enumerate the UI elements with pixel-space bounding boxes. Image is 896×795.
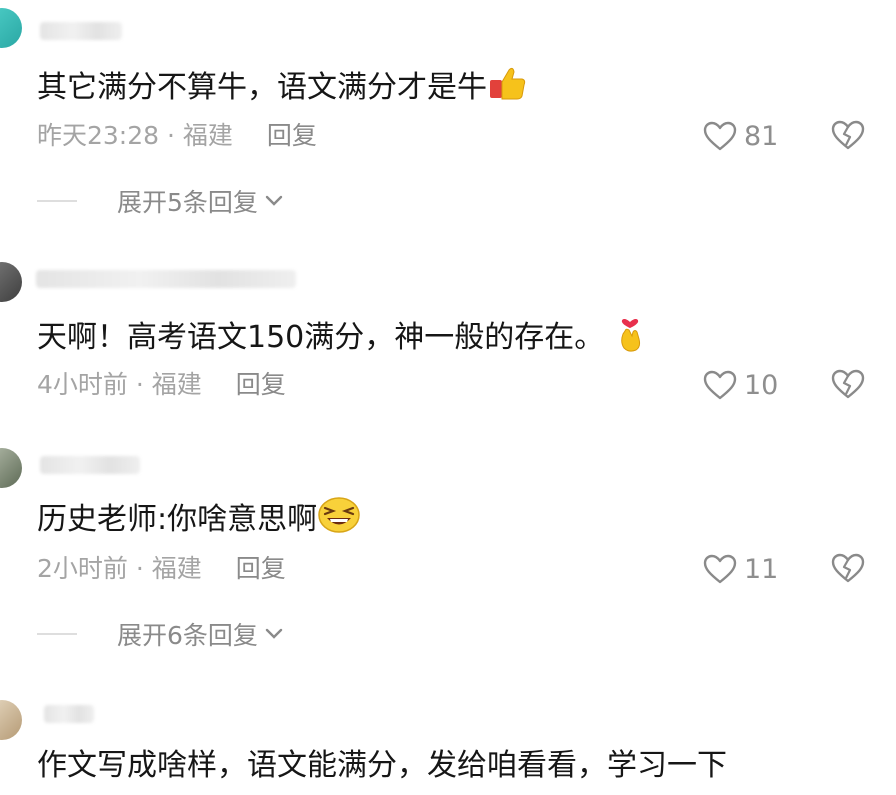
comment-text: 天啊！高考语文150满分，神一般的存在。	[37, 312, 646, 365]
username-blurred[interactable]	[36, 270, 296, 288]
broken-heart-icon	[831, 120, 865, 150]
comment-time: 2小时前	[37, 554, 128, 583]
expand-replies-button[interactable]: 展开6条回复	[37, 619, 284, 650]
like-count: 81	[744, 120, 779, 152]
like-button[interactable]: 10	[702, 368, 778, 402]
comment-time: 4小时前	[37, 370, 128, 399]
username-blurred[interactable]	[40, 22, 122, 40]
reply-button[interactable]: 回复	[236, 554, 286, 583]
like-button[interactable]: 81	[702, 119, 778, 153]
comment-location: 福建	[151, 554, 202, 583]
expand-replies-label: 展开6条回复	[117, 621, 258, 650]
comment-text: 其它满分不算牛，语文满分才是牛	[37, 62, 529, 115]
reply-button[interactable]: 回复	[267, 121, 317, 150]
comment-meta: 4小时前 · 福建 回复	[37, 370, 286, 400]
divider	[37, 633, 77, 635]
dislike-button[interactable]	[830, 119, 866, 153]
comment-text: 历史老师:你啥意思啊	[37, 495, 361, 546]
comment-text: 作文写成啥样，语文能满分，发给咱看看，学习一下	[37, 748, 727, 783]
comment-time: 昨天23:28	[37, 121, 160, 150]
chevron-down-icon	[265, 628, 283, 639]
like-count: 11	[744, 553, 779, 585]
laughing-face-icon	[317, 495, 361, 546]
heart-icon	[703, 370, 737, 400]
comment-location: 福建	[182, 121, 233, 150]
heart-icon	[703, 121, 737, 151]
like-button[interactable]: 11	[702, 552, 778, 586]
chevron-down-icon	[265, 195, 283, 206]
heart-icon	[703, 554, 737, 584]
thumbs-up-icon	[487, 62, 529, 115]
finger-heart-icon	[614, 312, 646, 365]
expand-replies-button[interactable]: 展开5条回复	[37, 186, 284, 217]
separator: ·	[127, 554, 152, 583]
dislike-button[interactable]	[830, 552, 866, 586]
like-count: 10	[744, 369, 779, 401]
comment-location: 福建	[151, 370, 202, 399]
username-blurred[interactable]	[44, 705, 94, 723]
avatar[interactable]	[0, 700, 22, 740]
avatar[interactable]	[0, 262, 22, 302]
separator: ·	[159, 121, 183, 150]
avatar[interactable]	[0, 448, 22, 488]
broken-heart-icon	[831, 369, 865, 399]
comment-meta: 2小时前 · 福建 回复	[37, 554, 286, 584]
reply-button[interactable]: 回复	[236, 370, 286, 399]
comment-meta: 昨天23:28 · 福建 回复	[37, 121, 317, 151]
avatar[interactable]	[0, 8, 22, 48]
expand-replies-label: 展开5条回复	[117, 188, 258, 217]
broken-heart-icon	[831, 553, 865, 583]
divider	[37, 200, 77, 202]
separator: ·	[127, 370, 152, 399]
dislike-button[interactable]	[830, 368, 866, 402]
username-blurred[interactable]	[40, 456, 140, 474]
